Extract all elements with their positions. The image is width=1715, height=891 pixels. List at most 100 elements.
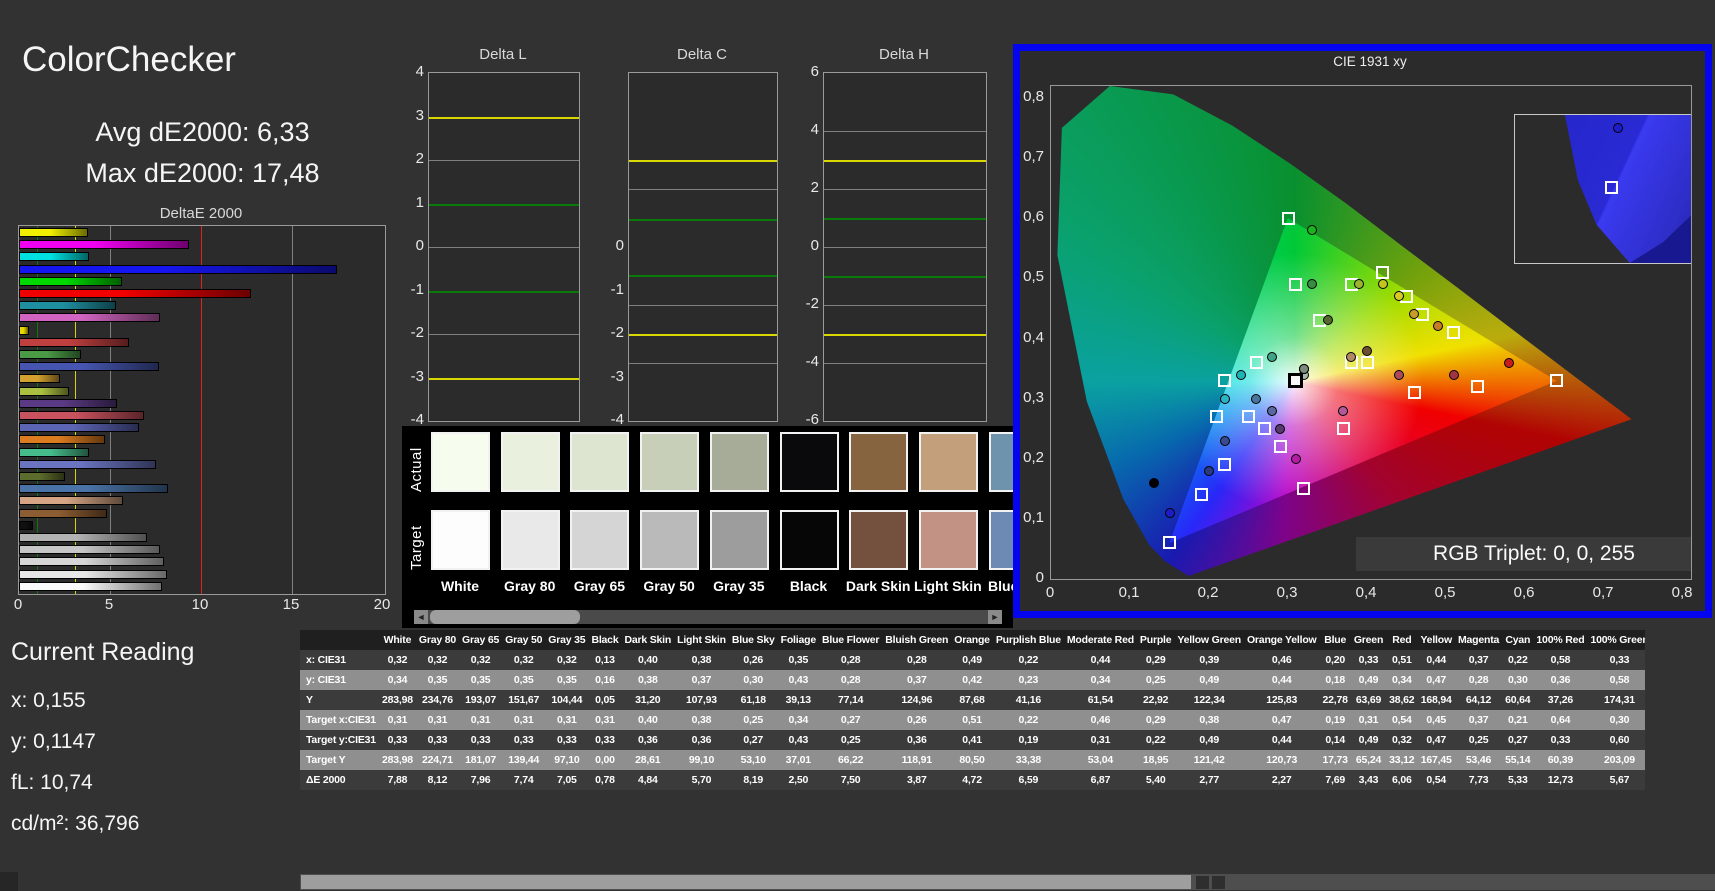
- swatch-scrollbar-left-arrow-icon[interactable]: ◄: [414, 610, 428, 624]
- cell: 5,70: [674, 770, 729, 790]
- target-swatch-gray-80: [500, 510, 560, 570]
- col-header: 100% Red: [1533, 630, 1588, 650]
- bar-purple: [19, 398, 118, 408]
- cell: 8,19: [728, 770, 778, 790]
- cell: 0,46: [1063, 710, 1137, 730]
- table-scrollbar-thumb[interactable]: [301, 875, 1191, 889]
- row-label: Target y:CIE31: [300, 730, 379, 750]
- measured-marker-blue-flower: [1267, 405, 1278, 416]
- target-marker-bluish-green: [1249, 356, 1263, 370]
- bar-100-magenta: [19, 240, 190, 250]
- cell: 53,46: [1454, 750, 1503, 770]
- cell: 0,35: [545, 670, 589, 690]
- y-tick-label: 4: [415, 63, 424, 80]
- cell: 0,31: [588, 710, 622, 730]
- cell: 139,44: [502, 750, 546, 770]
- row-label: x: CIE31: [300, 650, 379, 670]
- col-header: Light Skin: [674, 630, 729, 650]
- cell: 0,31: [378, 710, 416, 730]
- cell: 0,44: [1243, 730, 1320, 750]
- cell: 33,38: [992, 750, 1064, 770]
- cell: 65,24: [1350, 750, 1387, 770]
- actual-swatch-dark-skin: [849, 432, 909, 492]
- row-label: y: CIE31: [300, 670, 379, 690]
- col-header: Gray 50: [502, 630, 546, 650]
- target-marker-red: [1471, 380, 1485, 394]
- cell: 283,98: [378, 750, 416, 770]
- bar-magenta: [19, 313, 160, 323]
- col-header: Orange: [951, 630, 993, 650]
- col-header: Bluish Green: [882, 630, 952, 650]
- cell: 6,59: [992, 770, 1064, 790]
- target-marker-100-cyan: [1218, 374, 1232, 388]
- measured-marker-100-blue: [1164, 507, 1175, 518]
- target-swatch-light-skin: [918, 510, 978, 570]
- current-reading-line: x: 0,155: [11, 689, 86, 712]
- col-header: Purple: [1136, 630, 1175, 650]
- cell: 0,30: [1587, 710, 1645, 730]
- cell: 0,22: [992, 650, 1064, 670]
- cell: 0,32: [1386, 730, 1418, 750]
- cell: 0,35: [415, 670, 460, 690]
- table-scrollbar-button-right[interactable]: [1212, 876, 1225, 889]
- grid-line: [429, 160, 579, 161]
- readings-table: White Gray 80 Gray 65 Gray 50 Gray 35 Black Da…: [300, 630, 1645, 790]
- cell: 0,33: [378, 730, 416, 750]
- swatch-label-black: Black: [789, 578, 828, 594]
- swatch-scrollbar-right-arrow-icon[interactable]: ►: [988, 610, 1002, 624]
- chart-delta_h: [823, 72, 987, 422]
- cell: 0,33: [502, 730, 546, 750]
- bar-black: [19, 520, 34, 530]
- cell: 0,47: [1243, 710, 1320, 730]
- measured-marker-purple: [1275, 423, 1286, 434]
- cell: 0,31: [545, 710, 589, 730]
- cell: 224,71: [415, 750, 460, 770]
- table-scrollbar-button-left[interactable]: [1196, 876, 1209, 889]
- y-tick-label: 1: [415, 193, 424, 211]
- cell: 121,42: [1174, 750, 1244, 770]
- grid-line: [824, 131, 986, 132]
- row-label: Target Y: [300, 750, 379, 770]
- cell: 0,27: [818, 710, 883, 730]
- cie-y-tick-label: 0,4: [1023, 328, 1044, 346]
- deltae2000-bar-chart: [18, 225, 386, 595]
- cell: 0,19: [1319, 710, 1351, 730]
- cell: 0,22: [992, 710, 1064, 730]
- cell: 0,26: [882, 710, 952, 730]
- cell: 2,27: [1243, 770, 1320, 790]
- cell: 6,87: [1063, 770, 1137, 790]
- actual-swatch-white: [431, 432, 490, 492]
- actual-swatch-gray-50: [640, 432, 700, 492]
- limit-line-yellow: [629, 334, 777, 336]
- swatch-columns: White Gray 80 Gray 65 Gray 50 Gray 35 Black Da…: [402, 426, 1013, 606]
- target-swatch-gray-50: [640, 510, 700, 570]
- window-resize-corner[interactable]: [0, 872, 18, 891]
- cell: 120,73: [1243, 750, 1320, 770]
- cell: 63,69: [1350, 690, 1387, 710]
- measured-marker-100-green: [1306, 225, 1317, 236]
- cell: 64,12: [1454, 690, 1503, 710]
- bar-dark-skin: [19, 508, 108, 518]
- cell: 0,37: [1454, 650, 1503, 670]
- deltae2000-chart-title: DeltaE 2000: [159, 205, 243, 222]
- cell: 0,35: [777, 650, 819, 670]
- cell: 0,45: [1417, 710, 1455, 730]
- cell: 0,20: [1319, 650, 1351, 670]
- cie-x-tick-label: 0,3: [1276, 584, 1298, 601]
- cell: 66,22: [818, 750, 883, 770]
- cell: 0,33: [459, 730, 503, 750]
- avg-de2000-value: Avg dE2000: 6,33: [95, 117, 310, 147]
- cell: 174,31: [1587, 690, 1645, 710]
- swatch-scrollbar-thumb[interactable]: [430, 610, 580, 624]
- cell: 0,51: [1386, 650, 1418, 670]
- cell: 0,31: [415, 710, 460, 730]
- y-tick-label: -3: [610, 367, 624, 385]
- cie-y-tick-label: 0,1: [1023, 508, 1044, 526]
- cell: 0,43: [777, 670, 819, 690]
- cell: 0,25: [728, 710, 778, 730]
- measured-marker-yellow-green: [1354, 279, 1365, 290]
- y-tick-label: -1: [410, 280, 424, 298]
- target-marker-purple: [1273, 440, 1287, 454]
- target-marker-moderate-red: [1407, 386, 1421, 400]
- cell: 193,07: [459, 690, 503, 710]
